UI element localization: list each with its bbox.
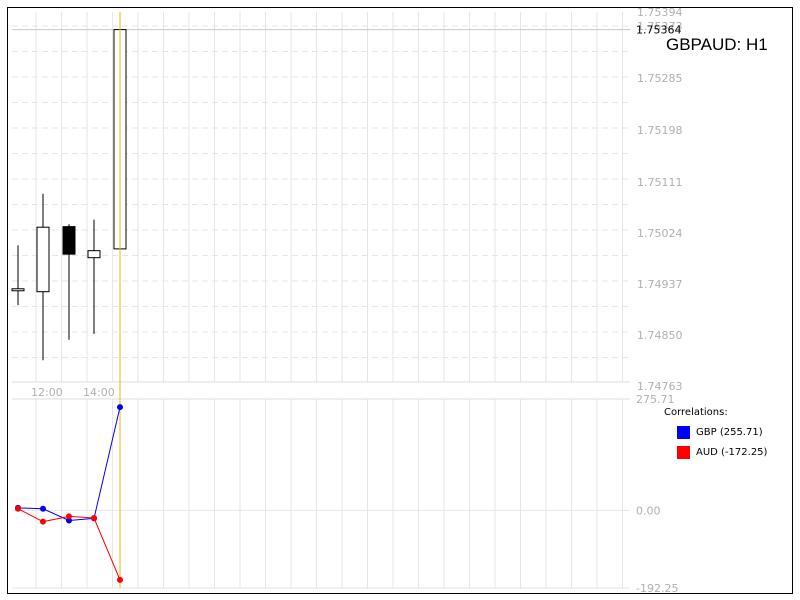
correlations-legend: Correlations: GBP (255.71) AUD (-172.25) — [664, 407, 767, 466]
chart-title: GBPAUD: H1 — [666, 35, 768, 54]
aud-point — [66, 513, 72, 520]
chart-canvas[interactable]: 1.753941.753731.752851.751981.751111.750… — [0, 0, 800, 600]
price-tick-label: 1.75024 — [637, 227, 683, 240]
aud-point — [15, 505, 21, 512]
candle-body — [87, 250, 101, 259]
aud-point — [117, 576, 123, 583]
legend-label-aud: AUD (-172.25) — [696, 447, 768, 458]
aud-point — [40, 518, 46, 525]
price-tick-label: 1.75198 — [637, 124, 683, 137]
candle-body — [11, 288, 25, 292]
aud-swatch — [677, 446, 690, 459]
gbp-correlation-line — [17, 406, 121, 521]
candle-body — [36, 226, 50, 293]
gbp-point — [117, 404, 123, 411]
indicator-tick-label: 0.00 — [636, 504, 661, 517]
price-tick-label: 1.74850 — [637, 329, 683, 342]
price-tick-label: 1.75111 — [637, 176, 683, 189]
price-tick-label: 1.74937 — [637, 278, 683, 291]
price-tick-label: 1.75285 — [637, 72, 683, 85]
gbp-swatch — [677, 426, 690, 439]
price-tick-label: 1.75394 — [637, 6, 683, 19]
indicator-tick-label: 275.71 — [636, 393, 675, 406]
time-tick-label: 12:00 — [31, 386, 63, 399]
time-tick-label: 14:00 — [83, 386, 115, 399]
legend-item-gbp: GBP (255.71) — [677, 426, 767, 439]
legend-item-aud: AUD (-172.25) — [677, 446, 767, 459]
price-tick-label: 1.74763 — [637, 380, 683, 393]
legend-label-gbp: GBP (255.71) — [696, 427, 763, 438]
aud-point — [91, 515, 97, 522]
candle-body — [62, 226, 76, 255]
indicator-tick-label: -192.25 — [636, 582, 678, 595]
legend-title: Correlations: — [664, 407, 728, 418]
gbp-point — [40, 505, 46, 512]
